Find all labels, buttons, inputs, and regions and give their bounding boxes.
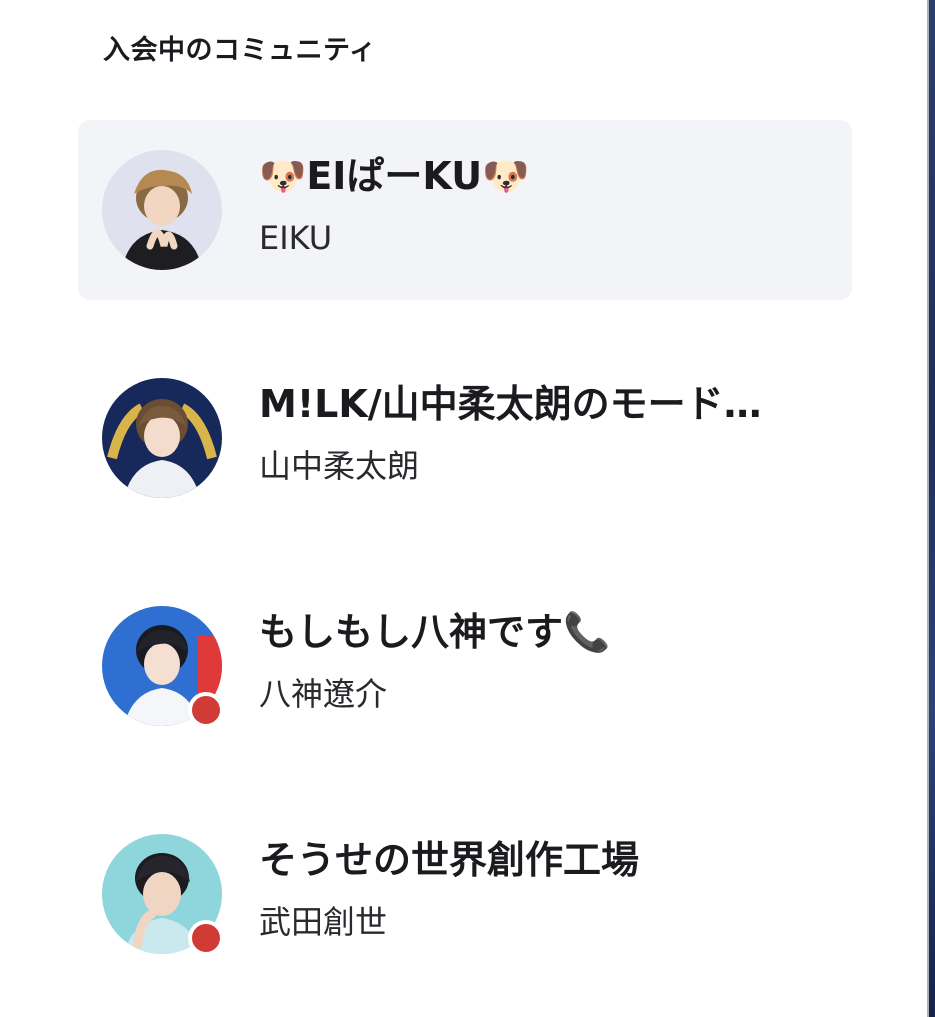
live-indicator bbox=[188, 692, 224, 728]
community-owner: 八神遼介 bbox=[259, 675, 388, 713]
community-item-takeda[interactable]: そうせの世界創作工場 武田創世 bbox=[78, 804, 852, 984]
community-item-eiku[interactable]: 🐶EIぱーKU🐶 EIKU bbox=[78, 120, 852, 300]
community-owner: EIKU bbox=[259, 219, 333, 257]
community-list: 🐶EIぱーKU🐶 EIKU M!LK/山中柔太朗のモード… 山中柔太朗 もしもし… bbox=[78, 120, 852, 1017]
avatar-eiku bbox=[102, 150, 222, 270]
community-title: そうせの世界創作工場 bbox=[259, 838, 640, 882]
community-title: もしもし八神です📞 bbox=[259, 610, 611, 654]
community-title: 🐶EIぱーKU🐶 bbox=[259, 154, 530, 198]
community-owner: 武田創世 bbox=[259, 903, 388, 941]
community-page: 入会中のコミュニティ 🐶EIぱーKU🐶 EIKU M!LK/山中柔太朗のモード…… bbox=[0, 0, 935, 1017]
section-title: 入会中のコミュニティ bbox=[103, 35, 377, 66]
avatar-yamanaka bbox=[102, 378, 222, 498]
community-owner: 山中柔太朗 bbox=[259, 447, 420, 485]
community-item-yamanaka[interactable]: M!LK/山中柔太朗のモード… 山中柔太朗 bbox=[78, 348, 852, 528]
community-item-yagami[interactable]: もしもし八神です📞 八神遼介 bbox=[78, 576, 852, 756]
live-indicator bbox=[188, 920, 224, 956]
community-title: M!LK/山中柔太朗のモード… bbox=[259, 382, 762, 426]
background-edge bbox=[929, 0, 935, 1017]
